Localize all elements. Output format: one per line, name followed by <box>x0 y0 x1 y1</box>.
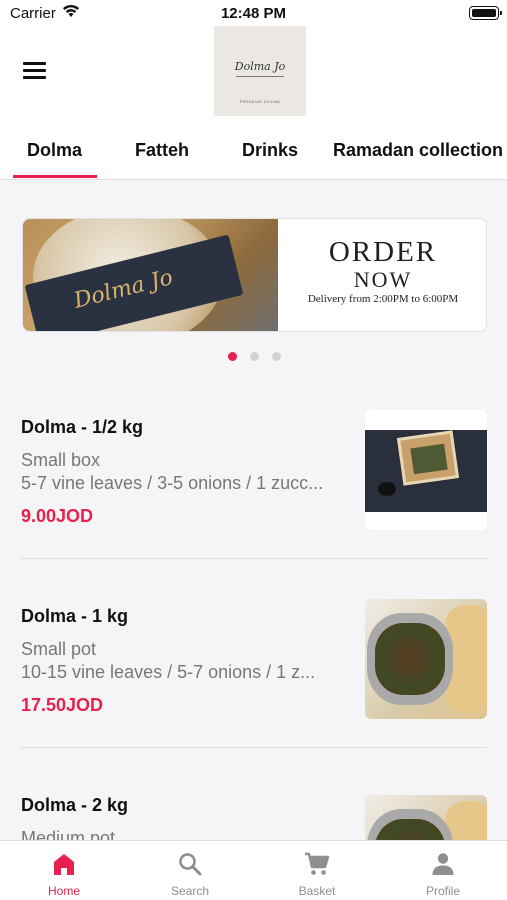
brand-logo: Dolma Jo PREMIUM DOLMA <box>214 26 306 116</box>
product-image <box>365 410 487 530</box>
product-description: 10-15 vine leaves / 5-7 onions / 1 z... <box>21 662 316 682</box>
tabbar-basket[interactable]: Basket <box>254 841 380 900</box>
product-size: Medium pot <box>21 828 116 840</box>
tab-fatteh[interactable]: Fatteh <box>135 140 189 161</box>
product-price: 17.50JOD <box>21 695 104 715</box>
cart-icon <box>305 852 330 875</box>
banner-subtitle: Delivery from 2:00PM to 6:00PM <box>307 293 459 305</box>
product-size: Small box <box>21 450 101 470</box>
hamburger-menu-icon[interactable] <box>23 62 47 80</box>
category-tabs: Dolma Fatteh Drinks Ramadan collection <box>0 122 507 180</box>
product-divider <box>21 558 487 559</box>
product-name: Dolma - 1/2 kg <box>21 417 144 437</box>
banner-title: ORDER <box>328 236 438 268</box>
product-name: Dolma - 2 kg <box>21 795 129 815</box>
search-icon <box>179 853 202 876</box>
carousel-dot-3[interactable] <box>272 352 281 361</box>
tabbar-profile[interactable]: Profile <box>380 841 506 900</box>
home-icon <box>54 854 74 875</box>
product-image <box>365 599 487 719</box>
bottom-tab-bar: Home Search Basket Profile <box>0 840 507 900</box>
tabbar-label: Basket <box>298 884 336 898</box>
tabbar-label: Search <box>170 884 210 898</box>
tabbar-label: Profile <box>425 884 460 898</box>
banner-text: ORDER NOW Delivery from 2:00PM to 6:00PM <box>278 219 486 331</box>
logo-divider <box>236 76 284 77</box>
product-image <box>365 795 487 840</box>
banner-photo: Dolma Jo <box>23 219 278 331</box>
tabbar-label: Home <box>47 884 80 898</box>
app-header: Dolma Jo PREMIUM DOLMA <box>0 26 507 122</box>
product-item-dolma-half-kg[interactable]: Dolma - 1/2 kg Small box 5-7 vine leaves… <box>0 400 507 590</box>
carousel-dot-2[interactable] <box>250 352 259 361</box>
status-time: 12:48 PM <box>220 5 287 22</box>
tabbar-search[interactable]: Search <box>127 841 253 900</box>
carousel-dot-1[interactable] <box>228 352 237 361</box>
tab-ramadan-collection[interactable]: Ramadan collection <box>333 140 503 161</box>
carousel-dots <box>228 352 288 362</box>
logo-script: Dolma Jo <box>234 60 286 73</box>
status-bar: Carrier 12:48 PM <box>0 0 507 26</box>
tab-drinks[interactable]: Drinks <box>242 140 298 161</box>
person-icon <box>432 853 454 875</box>
product-item-dolma-2kg[interactable]: Dolma - 2 kg Medium pot <box>0 780 507 840</box>
tab-dolma[interactable]: Dolma <box>27 140 82 161</box>
tabbar-home[interactable]: Home <box>1 841 127 900</box>
battery-icon <box>469 6 502 20</box>
banner-title-now: NOW <box>353 267 413 292</box>
promo-banner[interactable]: Dolma Jo ORDER NOW Delivery from 2:00PM … <box>22 218 487 332</box>
active-tab-indicator <box>13 175 97 178</box>
product-name: Dolma - 1 kg <box>21 606 129 626</box>
logo-subtitle: PREMIUM DOLMA <box>239 99 281 104</box>
product-item-dolma-1kg[interactable]: Dolma - 1 kg Small pot 10-15 vine leaves… <box>0 590 507 780</box>
product-description: 5-7 vine leaves / 3-5 onions / 1 zucc... <box>21 473 324 493</box>
product-divider <box>21 747 487 748</box>
product-size: Small pot <box>21 639 97 659</box>
product-price: 9.00JOD <box>21 506 94 526</box>
